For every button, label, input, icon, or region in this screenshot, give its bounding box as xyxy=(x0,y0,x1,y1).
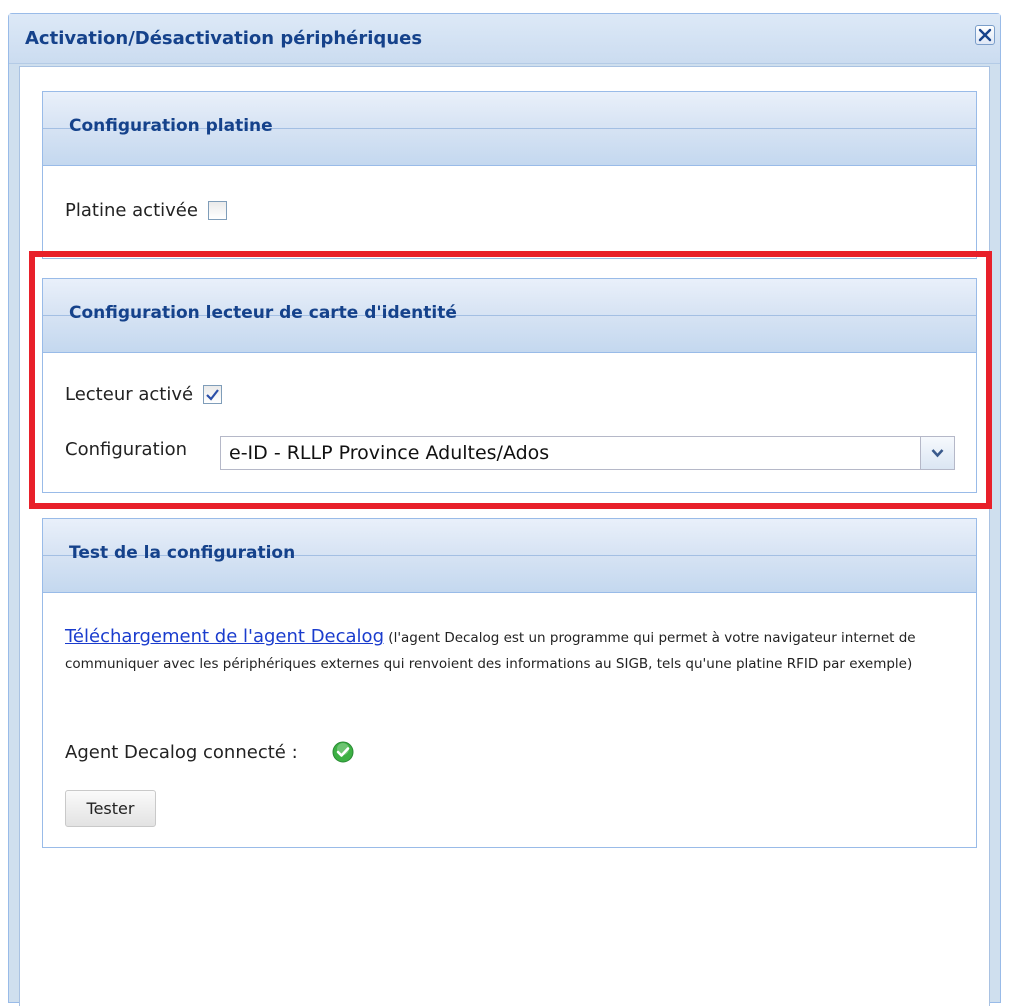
chevron-down-icon xyxy=(931,449,944,458)
device-activation-dialog: Activation/Désactivation périphériques C… xyxy=(8,13,1001,1006)
lecteur-checkbox-label: Lecteur activé xyxy=(65,384,194,405)
lecteur-section-header: Configuration lecteur de carte d'identit… xyxy=(43,279,976,353)
test-section-title: Test de la configuration xyxy=(69,543,296,563)
close-button[interactable] xyxy=(975,25,995,45)
agent-description: Téléchargement de l'agent Decalog (l'age… xyxy=(65,624,960,677)
agent-status-label: Agent Decalog connecté : xyxy=(65,741,298,763)
lecteur-row: Lecteur activé xyxy=(65,384,223,405)
test-section-header: Test de la configuration xyxy=(43,519,976,593)
close-icon xyxy=(978,28,992,42)
dialog-titlebar: Activation/Désactivation périphériques xyxy=(9,14,1000,64)
configuration-select[interactable]: e-ID - RLLP Province Adultes/Ados xyxy=(220,436,955,470)
platine-section: Configuration platine Platine activée xyxy=(42,91,977,259)
test-section: Test de la configuration Téléchargement … xyxy=(42,518,977,848)
platine-row: Platine activée xyxy=(65,200,227,221)
platine-checkbox[interactable] xyxy=(207,201,227,220)
select-trigger[interactable] xyxy=(920,437,954,469)
platine-section-title: Configuration platine xyxy=(69,116,273,136)
config-label-row: Configuration xyxy=(65,439,187,460)
dialog-title: Activation/Désactivation périphériques xyxy=(25,28,423,49)
tester-button[interactable]: Tester xyxy=(65,790,156,827)
dialog-body: Configuration platine Platine activée Co… xyxy=(19,66,990,1006)
lecteur-section-title: Configuration lecteur de carte d'identit… xyxy=(69,303,457,323)
lecteur-checkbox[interactable] xyxy=(203,385,223,404)
download-agent-link[interactable]: Téléchargement de l'agent Decalog xyxy=(65,626,384,647)
lecteur-section: Configuration lecteur de carte d'identit… xyxy=(42,278,977,493)
checkmark-icon xyxy=(206,389,219,401)
configuration-select-value: e-ID - RLLP Province Adultes/Ados xyxy=(229,442,550,464)
agent-status-row: Agent Decalog connecté : xyxy=(65,741,354,763)
connected-check-icon xyxy=(332,741,354,763)
platine-section-header: Configuration platine xyxy=(43,92,976,166)
platine-checkbox-label: Platine activée xyxy=(65,200,198,221)
config-label: Configuration xyxy=(65,439,188,460)
